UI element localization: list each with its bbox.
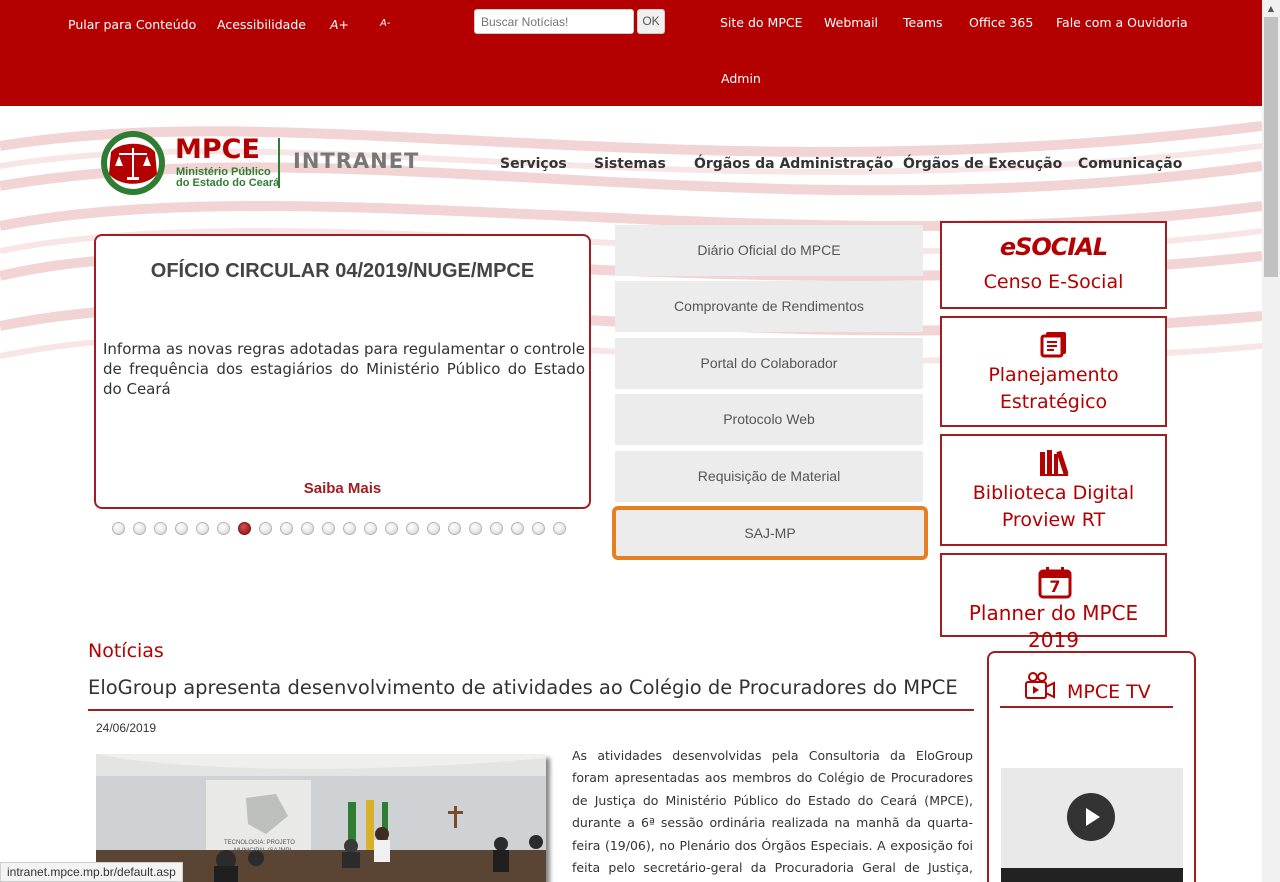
news-date: 24/06/2019: [96, 721, 157, 735]
quick-link-requisicao-material[interactable]: Requisição de Material: [615, 451, 923, 502]
video-player[interactable]: [1001, 768, 1183, 882]
biblioteca-label-1: Biblioteca Digital: [972, 482, 1135, 504]
play-icon[interactable]: [1067, 793, 1115, 841]
font-decrease-button[interactable]: A-: [380, 18, 390, 29]
logo-divider: [278, 138, 280, 188]
slider-dot[interactable]: [490, 522, 503, 535]
slider-dot[interactable]: [448, 522, 461, 535]
search-ok-button[interactable]: OK: [637, 9, 665, 34]
slider-dot[interactable]: [175, 522, 188, 535]
search-input[interactable]: [474, 9, 634, 34]
ouvidoria-link[interactable]: Fale com a Ouvidoria: [1056, 15, 1188, 30]
nav-orgaos-administracao[interactable]: Órgãos da Administração: [694, 156, 893, 172]
planejamento-box[interactable]: Planejamento Estratégico: [940, 316, 1167, 427]
slider-dot[interactable]: [385, 522, 398, 535]
font-increase-button[interactable]: A+: [330, 17, 349, 32]
planejamento-label-1: Planejamento: [988, 364, 1119, 386]
news-body-text: As atividades desenvolvidas pela Consult…: [572, 748, 973, 876]
biblioteca-label-2: Proview RT: [1001, 509, 1106, 531]
quick-link-comprovante[interactable]: Comprovante de Rendimentos: [615, 281, 923, 332]
slider-dot[interactable]: [133, 522, 146, 535]
news-photo-caption-1: TECNOLOGIA: PROJETO: [224, 840, 295, 846]
slider-dot[interactable]: [259, 522, 272, 535]
video-caption-strip: [1001, 868, 1183, 882]
logo-line2: do Estado do Ceará: [176, 177, 280, 189]
mpce-tv-widget: MPCE TV: [987, 651, 1196, 882]
teams-link[interactable]: Teams: [903, 15, 943, 30]
scrollbar-thumb[interactable]: [1264, 17, 1278, 277]
esocial-logo: eSOCIAL: [999, 233, 1108, 261]
calendar-day: 7: [1049, 577, 1061, 596]
logo-intranet-label: INTRANET: [293, 149, 420, 173]
slider-dot[interactable]: [196, 522, 209, 535]
slider-dot[interactable]: [427, 522, 440, 535]
slider-dot[interactable]: [280, 522, 293, 535]
slider-dot[interactable]: [217, 522, 230, 535]
slider-dot[interactable]: [469, 522, 482, 535]
quick-link-portal-colaborador[interactable]: Portal do Colaborador: [615, 338, 923, 389]
nav-comunicacao[interactable]: Comunicação: [1078, 156, 1182, 172]
news-section-heading: Notícias: [88, 640, 164, 662]
nav-sistemas[interactable]: Sistemas: [594, 156, 666, 172]
skip-to-content-link[interactable]: Pular para Conteúdo: [68, 17, 196, 32]
scales-icon: [101, 131, 165, 195]
slide-body: Informa as novas regras adotadas para re…: [103, 340, 585, 398]
video-camera-icon: [1025, 672, 1055, 699]
slider-dot[interactable]: [112, 522, 125, 535]
slider-dot[interactable]: [322, 522, 335, 535]
slider-dot[interactable]: [532, 522, 545, 535]
biblioteca-digital-box[interactable]: Biblioteca Digital Proview RT: [940, 434, 1167, 546]
top-bar: Pular para Conteúdo Acessibilidade A+ A-…: [0, 0, 1262, 106]
censo-esocial-box[interactable]: eSOCIAL Censo E-Social: [940, 221, 1167, 309]
webmail-link[interactable]: Webmail: [824, 15, 878, 30]
news-photo-caption-2: MUNICIPAL (SAJMP): [234, 848, 292, 854]
site-mpce-link[interactable]: Site do MPCE: [720, 15, 802, 30]
news-divider: [88, 709, 974, 711]
calendar-icon: 7: [1038, 566, 1072, 599]
nav-orgaos-execucao[interactable]: Órgãos de Execução: [903, 156, 1062, 172]
news-headline-link[interactable]: EloGroup apresenta desenvolvimento de at…: [88, 676, 958, 699]
site-logo[interactable]: MPCE Ministério Público do Estado do Cea…: [97, 130, 427, 196]
news-slider: OFÍCIO CIRCULAR 04/2019/NUGE/MPCE Inform…: [94, 234, 591, 509]
quick-link-diario-oficial[interactable]: Diário Oficial do MPCE: [615, 225, 923, 276]
slider-dot[interactable]: [406, 522, 419, 535]
logo-acronym: MPCE: [175, 134, 260, 165]
mpce-tv-divider: [1000, 706, 1173, 708]
scroll-up-arrow-icon[interactable]: ▲: [1262, 0, 1280, 17]
slider-dot-active[interactable]: [238, 522, 251, 535]
planejamento-label-2: Estratégico: [999, 391, 1108, 413]
slider-dot[interactable]: [511, 522, 524, 535]
nav-servicos[interactable]: Serviços: [500, 156, 567, 172]
slider-dot[interactable]: [553, 522, 566, 535]
accessibility-link[interactable]: Acessibilidade: [217, 17, 306, 32]
slider-dot[interactable]: [364, 522, 377, 535]
slider-dot[interactable]: [301, 522, 314, 535]
mpce-tv-title: MPCE TV: [1067, 681, 1151, 703]
planner-box[interactable]: 7 Planner do MPCE 2019: [940, 553, 1167, 652]
censo-esocial-label: Censo E-Social: [983, 271, 1124, 293]
slider-dot[interactable]: [154, 522, 167, 535]
browser-status-bar: intranet.mpce.mp.br/default.asp: [0, 862, 183, 882]
document-list-icon: [1040, 332, 1066, 358]
slide-title: OFÍCIO CIRCULAR 04/2019/NUGE/MPCE: [150, 260, 535, 282]
slider-dot[interactable]: [343, 522, 356, 535]
quick-link-protocolo-web[interactable]: Protocolo Web: [615, 394, 923, 445]
admin-link[interactable]: Admin: [721, 71, 761, 86]
planner-label: Planner do MPCE 2019: [968, 601, 1139, 652]
slide-read-more-link[interactable]: Saiba Mais: [96, 480, 589, 497]
office365-link[interactable]: Office 365: [969, 15, 1033, 30]
quick-link-saj-mp[interactable]: SAJ-MP: [612, 506, 928, 560]
books-icon: [1040, 450, 1069, 476]
